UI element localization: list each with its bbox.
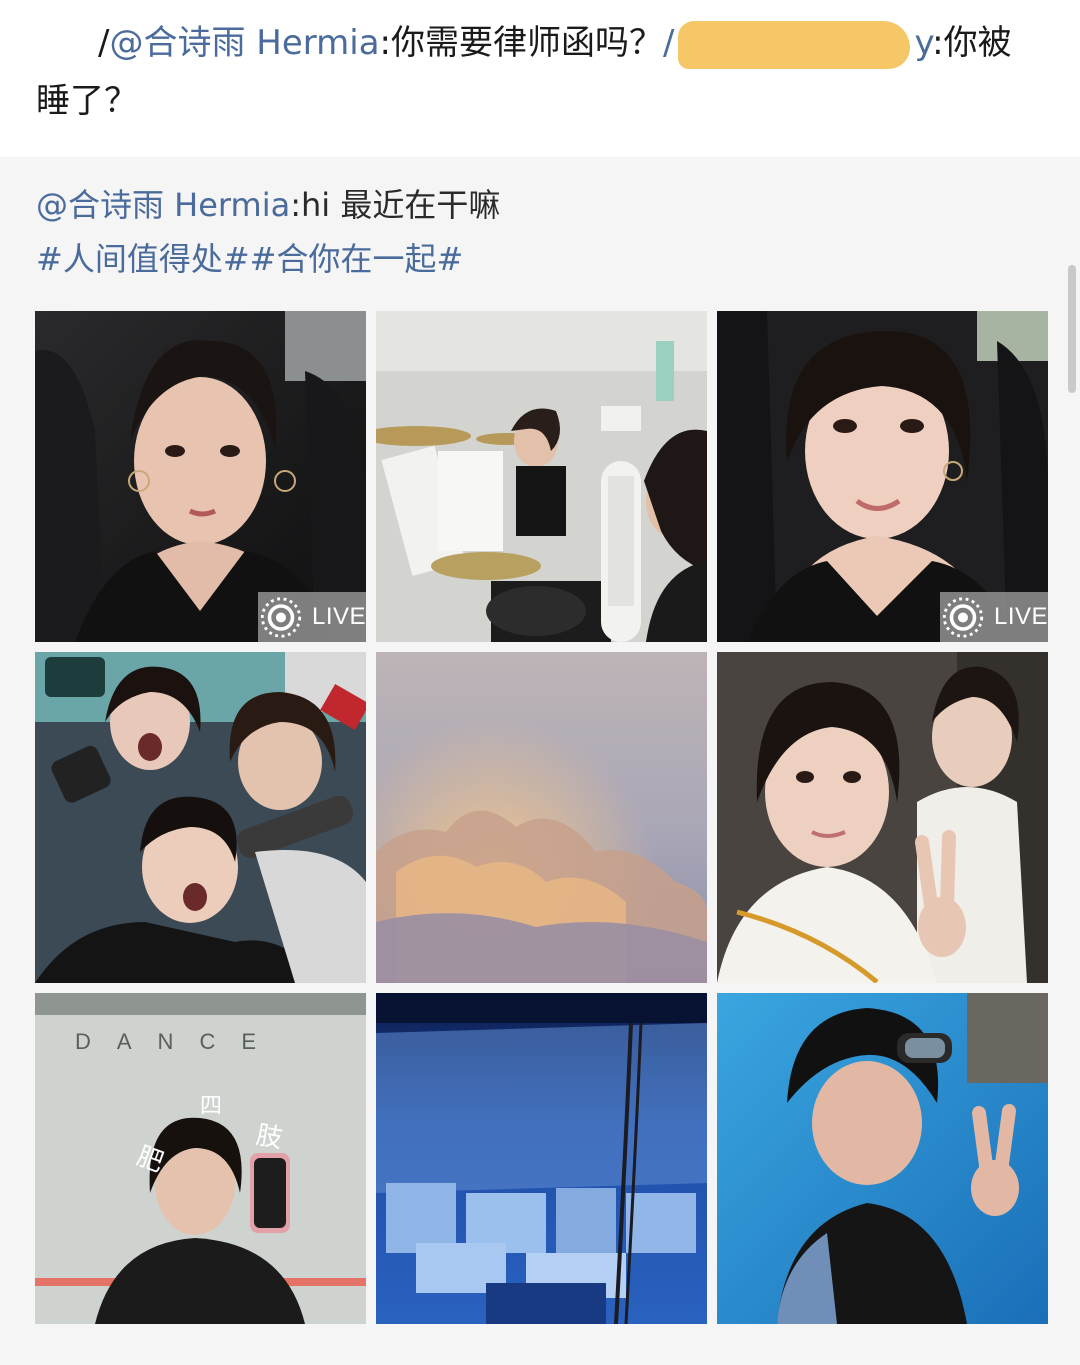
quoted-topics: #人间值得处##合你在一起# [36, 239, 463, 279]
dance-wall-text: DANCE [75, 1029, 282, 1054]
live-photo-badge: LIVE [940, 592, 1048, 642]
photo-grid: LIVE LIVE DANCE 肥 四 肢 [35, 311, 1049, 1325]
photo-7-image: DANCE 肥 四 肢 [35, 993, 366, 1324]
photo-7-mirror-selfie-dance[interactable]: DANCE 肥 四 肢 [35, 993, 366, 1324]
handwriting-2: 四 [200, 1094, 222, 1119]
quoted-post[interactable]: @合诗雨 Hermia:hi 最近在干嘛 #人间值得处##合你在一起# LIVE… [0, 157, 1080, 1365]
live-photo-icon [942, 596, 984, 638]
live-photo-badge: LIVE [258, 592, 366, 642]
photo-2-image [376, 311, 707, 642]
photo-6-image [717, 652, 1048, 983]
photo-4-image [35, 652, 366, 983]
redaction-mark [678, 20, 911, 69]
quoted-text: :hi 最近在干嘛 [290, 186, 501, 224]
photo-9-image [717, 993, 1048, 1324]
quoted-post-text: @合诗雨 Hermia:hi 最近在干嘛 [36, 185, 500, 225]
photo-2-drum-practice[interactable] [376, 311, 707, 642]
photo-6-selfie-friend-peace[interactable] [717, 652, 1048, 983]
comment-text: /@合诗雨 Hermia:你需要律师函吗？/y:你被睡了？ [36, 14, 1036, 130]
photo-8-stage-blue[interactable] [376, 993, 707, 1324]
photo-5-image [376, 652, 707, 983]
photo-4-group-karaoke[interactable] [35, 652, 366, 983]
repost-comment: /@合诗雨 Hermia:你需要律师函吗？/y:你被睡了？ [0, 0, 1080, 157]
photo-3-selfie-car-smile[interactable]: LIVE [717, 311, 1048, 642]
photo-5-sunset-clouds[interactable] [376, 652, 707, 983]
live-photo-icon [260, 596, 302, 638]
photo-9-swimming-pool-peace[interactable] [717, 993, 1048, 1324]
lead-mark: / [98, 23, 110, 63]
quoted-mention-hermia[interactable]: @合诗雨 Hermia [36, 186, 290, 224]
scrollbar[interactable] [1068, 265, 1076, 393]
photo-1-selfie-car[interactable]: LIVE [35, 311, 366, 642]
mention-link-redacted-tail[interactable]: y [914, 23, 932, 63]
live-badge-label: LIVE [993, 603, 1048, 630]
comment-text-1: :你需要律师函吗？ [379, 23, 664, 63]
live-badge-label: LIVE [311, 603, 366, 630]
weibo-repost-view: /@合诗雨 Hermia:你需要律师函吗？/y:你被睡了？ @合诗雨 Hermi… [0, 0, 1080, 1365]
separator-slash: / [663, 23, 675, 63]
mention-link-hermia[interactable]: @合诗雨 Hermia [109, 23, 379, 63]
handwriting-3: 肢 [254, 1120, 285, 1154]
photo-8-image [376, 993, 707, 1324]
topic-links[interactable]: #人间值得处##合你在一起# [36, 240, 463, 278]
